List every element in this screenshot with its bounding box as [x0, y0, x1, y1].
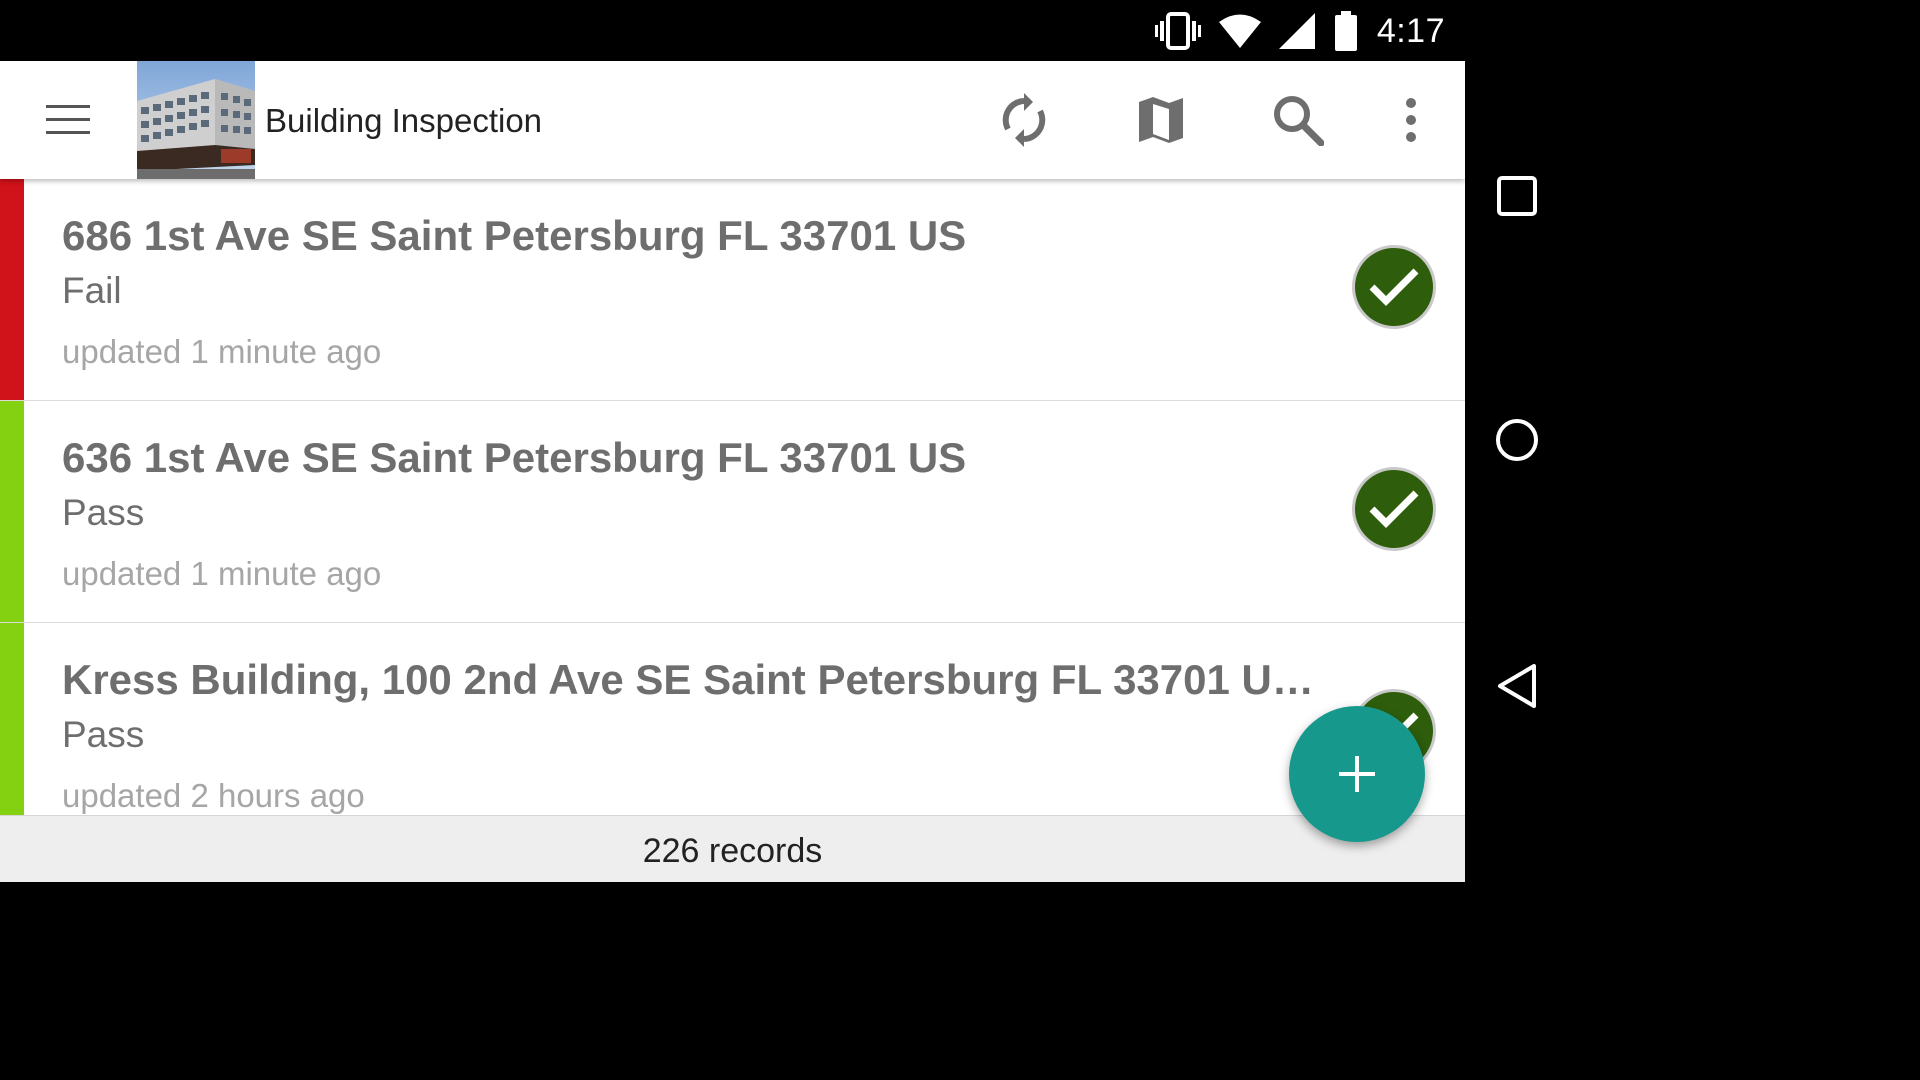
sync-icon[interactable]: [994, 90, 1054, 150]
status-icons: 4:17: [1154, 8, 1445, 54]
check-icon[interactable]: [1352, 245, 1436, 329]
app-title: Building Inspection: [265, 102, 543, 139]
record-updated-time: updated 1 minute ago: [62, 333, 382, 370]
back-triangle-icon[interactable]: [1487, 656, 1547, 716]
device-screen: 4:17 Building Inspection 686 1st Ave SE …: [0, 0, 1568, 882]
system-navigation-bar: [1465, 0, 1568, 882]
vibrate-icon: [1154, 11, 1201, 51]
record-status: Fail: [62, 270, 122, 311]
records-list: 686 1st Ave SE Saint Petersburg FL 33701…: [0, 179, 1465, 815]
record-address: 636 1st Ave SE Saint Petersburg FL 33701…: [62, 434, 967, 481]
cell-signal-icon: [1278, 13, 1315, 49]
status-color-stripe: [0, 179, 24, 400]
record-status: Pass: [62, 714, 145, 755]
wifi-icon: [1218, 13, 1261, 49]
status-color-stripe: [0, 401, 24, 622]
record-row[interactable]: 686 1st Ave SE Saint Petersburg FL 33701…: [0, 179, 1465, 401]
records-footer: 226 records: [0, 815, 1465, 882]
add-record-button[interactable]: [1289, 706, 1425, 842]
record-row[interactable]: Kress Building, 100 2nd Ave SE Saint Pet…: [0, 623, 1465, 815]
record-status: Pass: [62, 492, 145, 533]
status-color-stripe: [0, 623, 24, 815]
status-clock: 4:17: [1376, 11, 1445, 50]
app-toolbar: Building Inspection: [0, 61, 1465, 179]
home-circle-icon[interactable]: [1487, 410, 1547, 470]
recents-square-icon[interactable]: [1487, 166, 1547, 226]
app-window: Building Inspection 686 1st Ave SE Saint…: [0, 61, 1465, 882]
search-icon[interactable]: [1268, 90, 1328, 150]
hamburger-menu-icon[interactable]: [40, 99, 96, 143]
plus-icon: [1339, 756, 1375, 792]
map-icon[interactable]: [1131, 90, 1191, 150]
record-count: 226 records: [642, 832, 823, 870]
battery-icon: [1333, 11, 1359, 51]
record-row[interactable]: 636 1st Ave SE Saint Petersburg FL 33701…: [0, 401, 1465, 623]
record-updated-time: updated 1 minute ago: [62, 555, 382, 592]
record-address: 686 1st Ave SE Saint Petersburg FL 33701…: [62, 212, 967, 259]
check-icon[interactable]: [1352, 467, 1436, 551]
record-address: Kress Building, 100 2nd Ave SE Saint Pet…: [62, 656, 1322, 703]
status-bar: 4:17: [0, 0, 1465, 61]
app-logo-building-image: [137, 61, 255, 179]
record-updated-time: updated 2 hours ago: [62, 777, 365, 814]
more-vert-icon[interactable]: [1381, 90, 1441, 150]
